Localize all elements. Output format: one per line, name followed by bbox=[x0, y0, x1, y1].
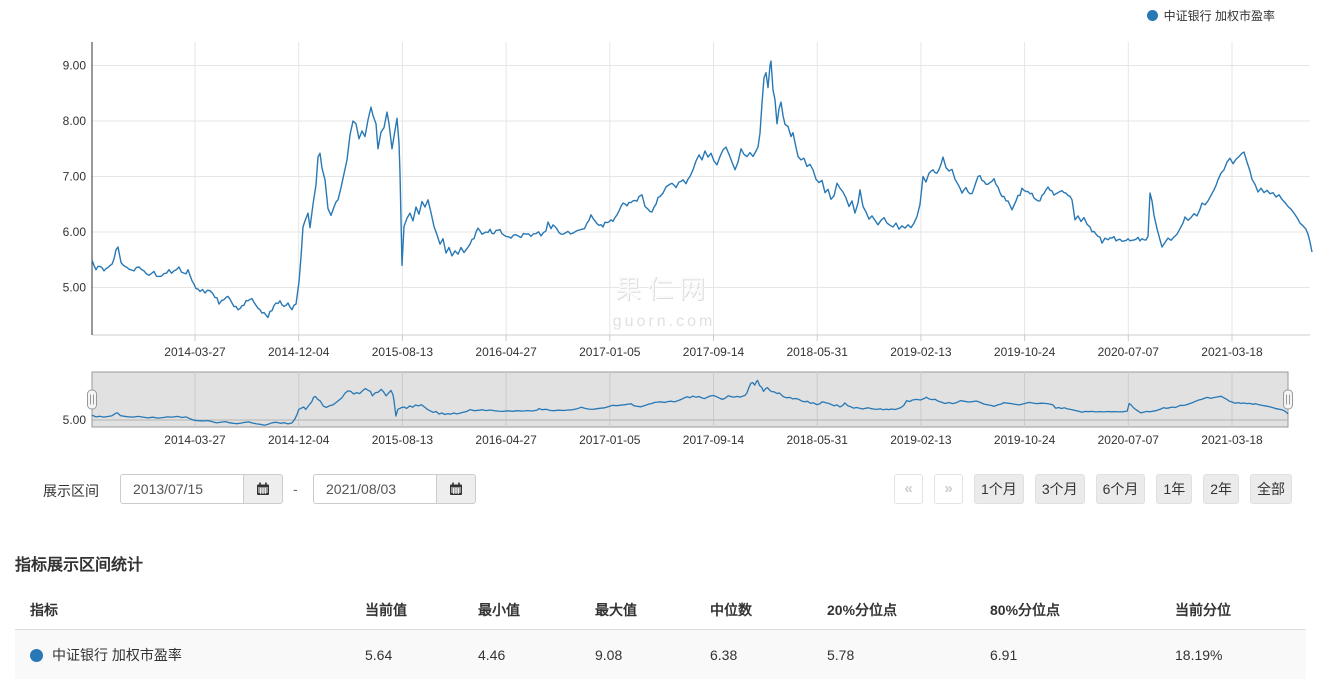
watermark-line1: 果仁网 bbox=[615, 274, 711, 304]
period-button-2year[interactable]: 2年 bbox=[1203, 474, 1239, 504]
start-date-input[interactable] bbox=[120, 474, 243, 504]
stat-value-4: 5.78 bbox=[827, 629, 990, 679]
watermark-line2: guorn.com bbox=[613, 313, 716, 330]
end-date-calendar-button[interactable] bbox=[436, 474, 476, 504]
nav-handle-left[interactable] bbox=[87, 389, 97, 410]
navigator-x-label: 2018-05-31 bbox=[787, 433, 849, 447]
end-date-group bbox=[313, 474, 476, 504]
stats-header-row: 指标 当前值 最小值 最大值 中位数 20%分位点 80%分位点 当前分位 bbox=[15, 591, 1306, 630]
col-header-3: 最大值 bbox=[595, 591, 710, 630]
col-header-5: 20%分位点 bbox=[827, 591, 990, 630]
pe-indicator-page: 中证银行 加权市盈率 9.00 8.00 7.00 6.00 5.00 2014-03-2… bbox=[0, 0, 1321, 679]
stat-value-6: 18.19% bbox=[1175, 629, 1306, 679]
col-header-6: 80%分位点 bbox=[990, 591, 1175, 630]
range-separator: - bbox=[293, 481, 298, 497]
period-controls: « » 1个月 3个月 6个月 1年 2年 全部 bbox=[894, 474, 1292, 504]
x-axis-label: 2021-03-18 bbox=[1201, 345, 1263, 359]
col-header-0: 指标 bbox=[15, 591, 365, 630]
y-axis-label: 6.00 bbox=[63, 225, 87, 239]
stats-table: 指标 当前值 最小值 最大值 中位数 20%分位点 80%分位点 当前分位 中证银行 加权市盈… bbox=[15, 591, 1306, 679]
x-axis-label: 2017-01-05 bbox=[579, 345, 641, 359]
navigator-x-label: 2016-04-27 bbox=[475, 433, 537, 447]
y-axis-label: 5.00 bbox=[63, 281, 87, 295]
stat-value-3: 6.38 bbox=[710, 629, 827, 679]
end-date-input[interactable] bbox=[313, 474, 436, 504]
table-row: 中证银行 加权市盈率 5.64 4.46 9.08 6.38 5.78 6.91 18.19… bbox=[15, 629, 1306, 679]
nav-handle-right[interactable] bbox=[1283, 389, 1293, 410]
period-button-1month[interactable]: 1个月 bbox=[974, 474, 1024, 504]
x-axis-label: 2019-02-13 bbox=[890, 345, 952, 359]
navigator-x-label: 2015-08-13 bbox=[372, 433, 434, 447]
period-button-all[interactable]: 全部 bbox=[1250, 474, 1292, 504]
start-date-group bbox=[120, 474, 283, 504]
x-axis-label: 2017-09-14 bbox=[683, 345, 745, 359]
indicator-name-cell: 中证银行 加权市盈率 bbox=[15, 629, 365, 679]
next-range-button[interactable]: » bbox=[934, 474, 964, 504]
navigator-x-label: 2017-01-05 bbox=[579, 433, 641, 447]
stat-value-5: 6.91 bbox=[990, 629, 1175, 679]
navigator-x-label: 2014-12-04 bbox=[268, 433, 330, 447]
navigator-x-label: 2017-09-14 bbox=[683, 433, 745, 447]
indicator-name: 中证银行 加权市盈率 bbox=[52, 647, 182, 663]
x-axis-label: 2018-05-31 bbox=[787, 345, 849, 359]
period-button-3month[interactable]: 3个月 bbox=[1034, 474, 1085, 504]
col-header-4: 中位数 bbox=[710, 591, 827, 630]
stats-section: 指标展示区间统计 指标 当前值 最小值 最大值 中位数 20%分位点 80%分位点 当前分位 … bbox=[15, 545, 1306, 679]
stat-value-1: 4.46 bbox=[478, 629, 595, 679]
calendar-icon bbox=[257, 482, 269, 495]
x-axis-label: 2020-07-07 bbox=[1098, 345, 1160, 359]
x-axis-label: 2014-12-04 bbox=[268, 345, 330, 359]
navigator-selected-range[interactable] bbox=[91, 371, 1289, 428]
col-header-1: 当前值 bbox=[365, 591, 478, 630]
range-label: 展示区间 bbox=[43, 483, 99, 499]
prev-range-button[interactable]: « bbox=[894, 474, 924, 504]
y-axis-label: 8.00 bbox=[63, 114, 87, 128]
stat-value-0: 5.64 bbox=[365, 629, 478, 679]
main-chart[interactable]: 9.00 8.00 7.00 6.00 5.00 2014-03-27 2014-12-04… bbox=[0, 0, 1321, 365]
navigator-x-label: 2021-03-18 bbox=[1201, 433, 1263, 447]
calendar-icon bbox=[450, 482, 462, 495]
period-button-6month[interactable]: 6个月 bbox=[1095, 474, 1146, 504]
x-axis-label: 2019-10-24 bbox=[994, 345, 1056, 359]
col-header-2: 最小值 bbox=[478, 591, 595, 630]
start-date-calendar-button[interactable] bbox=[243, 474, 283, 504]
series-dot-icon bbox=[30, 649, 43, 662]
x-axis-label: 2015-08-13 bbox=[372, 345, 434, 359]
period-button-1year[interactable]: 1年 bbox=[1156, 474, 1193, 504]
period-button-group: 1个月 3个月 6个月 1年 2年 全部 bbox=[974, 474, 1292, 504]
x-axis-label: 2016-04-27 bbox=[475, 345, 537, 359]
navigator-x-label: 2014-03-27 bbox=[164, 433, 226, 447]
navigator-chart[interactable]: 2014-03-27 2014-12-04 2015-08-13 2016-04-27… bbox=[0, 365, 1321, 450]
stats-title: 指标展示区间统计 bbox=[15, 557, 144, 574]
stat-value-2: 9.08 bbox=[595, 629, 710, 679]
navigator-y-label: 5.00 bbox=[63, 413, 87, 427]
navigator-x-label: 2019-02-13 bbox=[890, 433, 952, 447]
x-axis-label: 2014-03-27 bbox=[164, 345, 226, 359]
y-axis-label: 7.00 bbox=[63, 170, 87, 184]
col-header-7: 当前分位 bbox=[1175, 591, 1306, 630]
range-controls: 展示区间 - bbox=[0, 473, 1321, 513]
y-axis-label: 9.00 bbox=[63, 59, 87, 73]
navigator-x-label: 2019-10-24 bbox=[994, 433, 1056, 447]
navigator-x-label: 2020-07-07 bbox=[1098, 433, 1160, 447]
